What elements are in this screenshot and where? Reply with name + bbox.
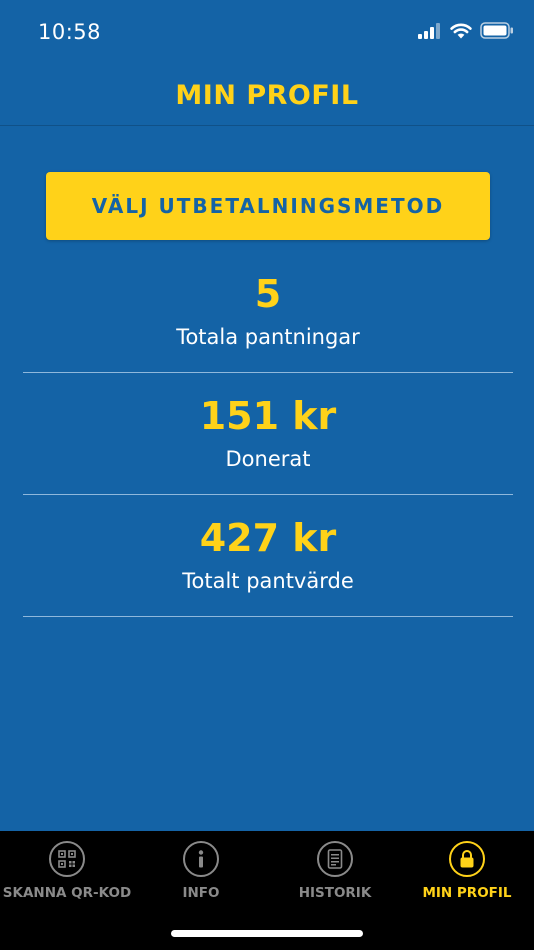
receipt-icon (317, 841, 353, 877)
tab-history[interactable]: HISTORIK (268, 841, 402, 911)
tab-scan-qr[interactable]: SKANNA QR-KOD (0, 841, 134, 911)
wifi-icon (450, 23, 472, 44)
tab-my-profile[interactable]: MIN PROFIL (400, 841, 534, 911)
home-indicator (171, 930, 363, 937)
stat-label: Donerat (225, 447, 311, 471)
qr-code-icon (49, 841, 85, 877)
tab-label: HISTORIK (298, 885, 372, 901)
status-time: 10:58 (38, 20, 102, 44)
cellular-signal-icon (418, 22, 442, 44)
tab-label: INFO (182, 885, 220, 901)
stat-total-returns: 5 Totala pantningar (23, 272, 513, 373)
stat-total-deposit-value: 427 kr Totalt pantvärde (23, 516, 513, 617)
stat-value: 427 kr (199, 516, 337, 560)
stat-value: 151 kr (199, 394, 337, 438)
page-title: MIN PROFIL (175, 80, 359, 111)
stat-label: Totalt pantvärde (182, 569, 354, 593)
profile-screen: 10:58 MIN PROFIL VÄLJ UTBETALNINGSMETOD … (0, 0, 534, 950)
choose-payout-method-label: VÄLJ UTBETALNINGSMETOD (91, 194, 445, 218)
lock-icon (449, 841, 485, 877)
battery-icon (480, 22, 514, 44)
choose-payout-method-button[interactable]: VÄLJ UTBETALNINGSMETOD (46, 172, 490, 240)
tab-label: SKANNA QR-KOD (2, 885, 132, 901)
status-bar: 10:58 (0, 0, 534, 66)
info-icon (183, 841, 219, 877)
stat-label: Totala pantningar (176, 325, 360, 349)
header: MIN PROFIL (0, 66, 534, 126)
tab-info[interactable]: INFO (134, 841, 268, 911)
status-icons (418, 22, 514, 44)
stat-value: 5 (254, 272, 282, 316)
stat-donated: 151 kr Donerat (23, 394, 513, 495)
tab-label: MIN PROFIL (422, 885, 512, 901)
